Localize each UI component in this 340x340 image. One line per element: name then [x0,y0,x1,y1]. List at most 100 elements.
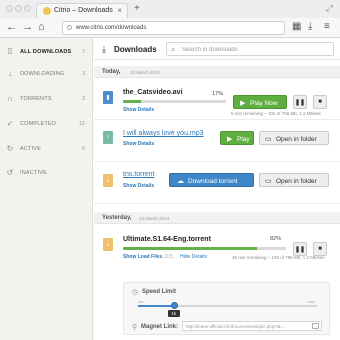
stop-button[interactable]: ■ [313,242,327,256]
sidebar-item-inactive[interactable]: ↺ INACTIVE [0,163,93,183]
browser-tab[interactable]: Citrio – Downloads × [36,3,128,18]
progress-percent: 82% [270,236,282,242]
download-row: ▮ the_Catsvideo.avi 17% Show Details 5 m… [94,79,340,120]
button-label: Play [237,136,250,143]
site-info-icon [67,25,72,30]
pause-button[interactable]: ❚❚ [293,242,307,256]
sidebar-item-count: 3 [81,71,85,77]
play-icon: ▶ [227,136,233,143]
sidebar-item-label: ALL DOWNLOADS [20,49,72,55]
slider-max-label: max [307,299,315,304]
slider-fill [138,305,174,307]
pause-icon: ❚❚ [294,100,306,106]
show-details-link[interactable]: Show Details [123,107,154,113]
sidebar-item-label: DOWNLOADING [20,71,65,77]
close-tab-icon[interactable]: × [117,6,122,15]
date-group-header: Today, 13 March 2014 [94,66,340,78]
sidebar-item-all-downloads[interactable]: ⁞⁞ ALL DOWNLOADS 7 [0,42,93,62]
slider-min-label: min [138,299,145,304]
refresh-icon: ↻ [6,144,14,153]
download-torrent-button[interactable]: ☁ Download torrent [169,173,254,187]
address-bar[interactable]: www.citrio.com/downloads [62,21,285,35]
speed-limit-slider[interactable] [138,302,317,309]
pause-button[interactable]: ❚❚ [293,95,307,109]
date-group-header: Yesterday, 12 March 2014 [94,212,340,224]
window-maximize-button[interactable] [24,5,31,12]
tab-title: Citrio – Downloads [54,7,113,14]
date-group-label: Today, [102,69,121,75]
file-name[interactable]: tns.torrent [123,171,155,178]
progress-fill [123,100,141,103]
play-now-button[interactable]: ▶ Play Now [233,95,287,109]
checkmark-icon: ✓ [6,119,14,128]
stop-button[interactable]: ■ [313,95,327,109]
page-title: Downloads [114,45,157,54]
date-group-date: 13 March 2014 [130,70,161,75]
hide-details-link[interactable]: Hide Details [180,254,207,260]
download-arrow-icon: ↓ [8,69,12,78]
button-label: Open in folder [276,136,317,143]
sidebar-item-downloading[interactable]: ↓ DOWNLOADING 3 [0,64,93,84]
magnet-link-field[interactable]: http://leave-official.info/forums/viewto… [182,321,322,331]
sidebar-item-completed[interactable]: ✓ COMPLETED 12 [0,114,93,134]
sidebar-item-count: 12 [78,121,85,127]
open-in-folder-button[interactable]: ▭ Open in folder [259,131,329,145]
extensions-icon[interactable]: ▦ [292,21,301,32]
sidebar-item-torrents[interactable]: ∩ TORRENTS 3 [0,89,93,109]
download-row: ⇣ tns.torrent Show Details ☁ Download to… [94,163,340,204]
menu-icon[interactable]: ≡ [324,21,330,32]
window-close-button[interactable] [6,5,13,12]
window-minimize-button[interactable] [15,5,22,12]
copy-icon[interactable] [312,323,319,329]
button-label: Download torrent [188,178,238,185]
sidebar-item-label: TORRENTS [20,96,52,102]
open-in-folder-button[interactable]: ▭ Open in folder [259,173,329,187]
show-details-link[interactable]: Show Details [123,183,154,189]
paused-refresh-icon: ↺ [6,168,14,177]
speed-limit-icon: ◷ [132,289,139,296]
play-button[interactable]: ▶ Play [220,131,254,145]
progress-bar [123,100,226,103]
search-input[interactable] [182,45,330,54]
audio-file-icon: ♪ [103,131,113,144]
search-icon: ⌕ [171,45,176,54]
downloads-header: ⤓ Downloads ⌕ [94,38,340,60]
sidebar-item-count: 7 [81,49,85,55]
speed-limit-label: Speed Limit [142,289,177,295]
back-icon[interactable]: ← [6,21,17,33]
file-name[interactable]: Ultimate.S1.64-Eng.torrent [123,236,211,243]
progress-percent: 17% [212,91,224,97]
download-row: ♪ I will always love you.mp3 Show Detail… [94,121,340,162]
date-group-date: 12 March 2014 [139,216,170,221]
fullscreen-icon[interactable]: ⤢ [326,3,333,14]
new-tab-icon[interactable]: + [134,3,140,14]
download-tray-icon: ⤓ [102,44,106,54]
forward-icon[interactable]: → [22,21,33,33]
home-icon[interactable]: ⌂ [38,21,45,33]
download-row: ⇣ Ultimate.S1.64-Eng.torrent 82% Show Lo… [94,225,340,267]
search-box[interactable]: ⌕ [166,42,334,56]
browser-toolbar: ← → ⌂ www.citrio.com/downloads ▦ ⤓ ≡ [0,18,340,38]
sidebar-item-label: COMPLETED [20,121,57,127]
downloads-sidebar: ⁞⁞ ALL DOWNLOADS 7 ↓ DOWNLOADING 3 ∩ TOR… [0,38,93,340]
magnet-icon: ∩ [7,94,13,103]
torrent-details-panel: ◷ Speed Limit min max 1k ⚲ Magnet Link: … [123,282,330,335]
pause-icon: ❚❚ [294,247,306,253]
sidebar-item-count: 3 [81,96,85,102]
address-url: www.citrio.com/downloads [76,25,147,31]
video-file-icon: ▮ [103,91,113,104]
citrio-favicon-icon [43,7,51,15]
show-load-files-link[interactable]: Show Load Files [123,254,162,260]
sidebar-item-label: INACTIVE [20,170,47,176]
sidebar-item-active[interactable]: ↻ ACTIVE 6 [0,139,93,159]
downloads-toolbar-icon[interactable]: ⤓ [308,21,312,32]
button-label: Play Now [250,100,278,107]
button-label: Open in folder [276,178,317,185]
file-name[interactable]: the_Catsvideo.avi [123,89,183,96]
show-details-link[interactable]: Show Details [123,141,154,147]
file-name[interactable]: I will always love you.mp3 [123,130,204,137]
slider-handle[interactable] [170,302,178,309]
date-group-label: Yesterday, [102,215,132,221]
remaining-text: 5 min remaining – 100 of 756 Mb, 1.2 Mb/… [231,111,322,116]
link-icon: ⚲ [132,324,138,331]
